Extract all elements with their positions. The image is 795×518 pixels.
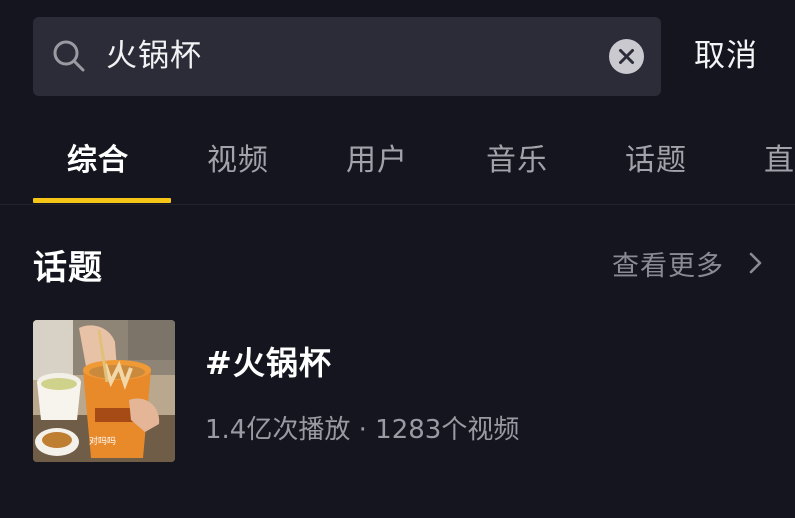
search-icon — [53, 40, 85, 72]
thumbnail-caption: 对吗吗 — [89, 437, 117, 447]
close-icon — [619, 49, 634, 64]
search-bar[interactable]: 火锅杯 — [33, 17, 661, 96]
stats-separator: · — [358, 415, 367, 445]
topic-title: #火锅杯 — [205, 344, 332, 382]
active-tab-indicator — [33, 198, 171, 203]
tab-videos[interactable]: 视频 — [207, 135, 269, 179]
tab-live[interactable]: 直 — [764, 135, 795, 179]
divider — [0, 204, 795, 205]
topic-thumbnail[interactable]: 对吗吗 — [33, 320, 175, 462]
see-more-link[interactable]: 查看更多 — [612, 244, 724, 283]
cancel-button[interactable]: 取消 — [694, 17, 758, 96]
tab-topics[interactable]: 话题 — [625, 135, 687, 179]
clear-button[interactable] — [609, 39, 644, 74]
section-title: 话题 — [33, 248, 103, 288]
tab-bar: 综合 视频 用户 音乐 话题 直 — [0, 125, 795, 205]
tab-comprehensive[interactable]: 综合 — [67, 135, 129, 179]
tab-users[interactable]: 用户 — [346, 135, 408, 179]
play-count: 1.4亿次播放 — [205, 415, 351, 445]
video-count: 1283个视频 — [375, 415, 520, 445]
search-input[interactable]: 火锅杯 — [106, 17, 202, 96]
topic-stats: 1.4亿次播放 · 1283个视频 — [205, 409, 519, 446]
topic-list-item[interactable]: 对吗吗 #火锅杯 1.4亿次播放 · 1283个视频 — [33, 320, 773, 462]
tab-music[interactable]: 音乐 — [486, 135, 548, 179]
chevron-right-icon[interactable] — [745, 249, 765, 277]
